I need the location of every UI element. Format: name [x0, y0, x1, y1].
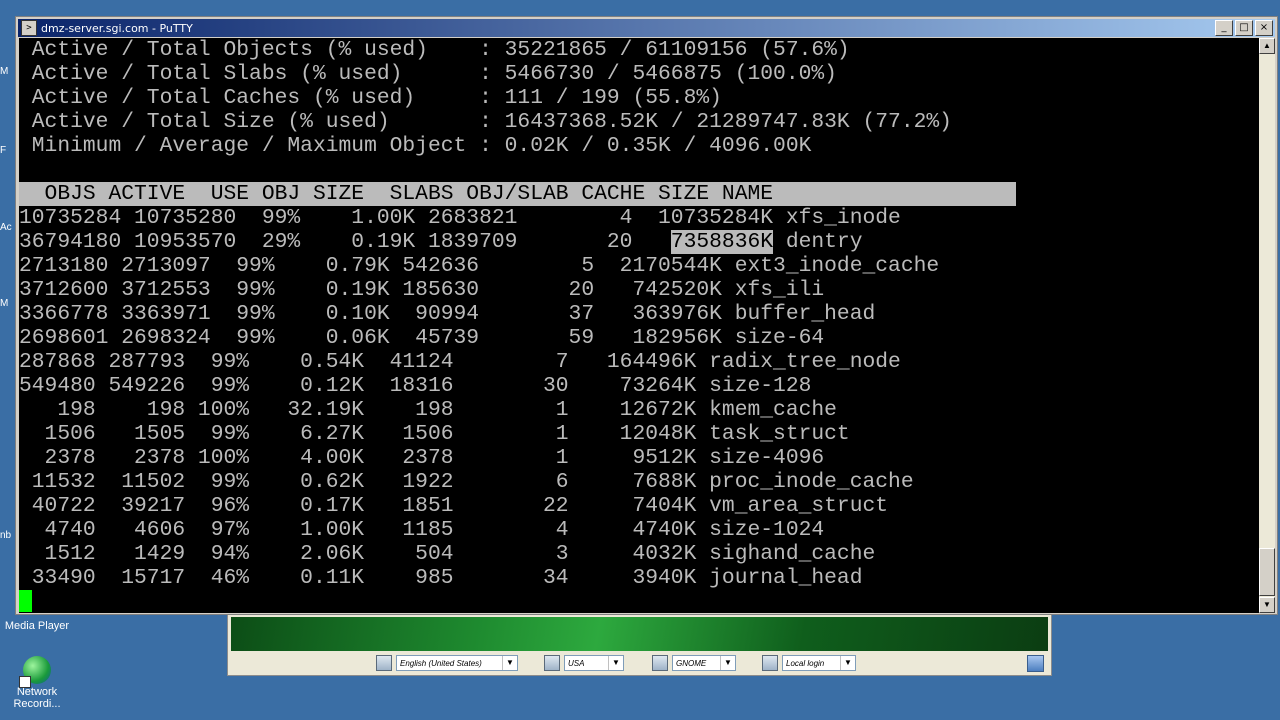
selected-text[interactable]: 7358836K	[670, 230, 774, 254]
table-row: 2378 2378 100% 4.00K 2378 1 9512K size-4…	[19, 446, 825, 470]
login-type-value: Local login	[786, 658, 825, 668]
session-selector[interactable]: GNOME ▼	[652, 654, 736, 672]
table-row: 198 198 100% 32.19K 198 1 12672K kmem_ca…	[19, 398, 837, 422]
table-row: 33490 15717 46% 0.11K 985 34 3940K journ…	[19, 566, 863, 590]
login-type-select[interactable]: Local login ▼	[782, 655, 856, 671]
table-row: 2713180 2713097 99% 0.79K 542636 5 21705…	[19, 254, 940, 278]
summary-line: Minimum / Average / Maximum Object : 0.0…	[19, 134, 812, 158]
window-controls: _ □ ×	[1215, 20, 1273, 36]
table-row: 287868 287793 99% 0.54K 41124 7 164496K …	[19, 350, 901, 374]
putty-icon[interactable]: >	[21, 20, 37, 36]
table-row: 10735284 10735280 99% 1.00K 2683821 4 10…	[19, 206, 901, 230]
keyboard-icon	[544, 655, 560, 671]
summary-line: Active / Total Slabs (% used) : 5466730 …	[19, 62, 837, 86]
scroll-up-icon[interactable]: ▲	[1259, 38, 1275, 54]
language-selector[interactable]: English (United States) ▼	[376, 654, 518, 672]
header-text: OBJS ACTIVE USE OBJ SIZE SLABS OBJ/SLAB …	[19, 182, 774, 206]
window-title: dmz-server.sgi.com - PuTTY	[41, 21, 193, 35]
terminal-cursor	[19, 590, 32, 612]
network-label-line2: Recordi...	[13, 698, 61, 710]
minimize-button[interactable]: _	[1215, 20, 1233, 36]
language-value: English (United States)	[400, 658, 482, 668]
login-type-selector[interactable]: Local login ▼	[762, 654, 856, 672]
summary-line: Active / Total Size (% used) : 16437368.…	[19, 110, 952, 134]
network-label-line1: Network	[16, 686, 58, 698]
keyboard-selector[interactable]: USA ▼	[544, 654, 624, 672]
desktop-icon-network-recorder[interactable]: Network Recordi...	[2, 656, 72, 710]
close-button[interactable]: ×	[1255, 20, 1273, 36]
putty-window: > dmz-server.sgi.com - PuTTY _ □ × Activ…	[15, 16, 1278, 615]
chevron-down-icon[interactable]: ▼	[720, 656, 735, 670]
table-row: 36794180 10953570 29% 0.19K 1839709 20 7…	[19, 230, 863, 254]
desktop-edge-text: F	[0, 145, 7, 156]
language-icon	[376, 655, 392, 671]
vertical-scrollbar[interactable]: ▲ ▼	[1259, 38, 1275, 613]
slab-table-header: OBJS ACTIVE USE OBJ SIZE SLABS OBJ/SLAB …	[19, 182, 1016, 206]
language-select[interactable]: English (United States) ▼	[396, 655, 518, 671]
table-row: 11532 11502 99% 0.62K 1922 6 7688K proc_…	[19, 470, 914, 494]
chevron-down-icon[interactable]: ▼	[840, 656, 855, 670]
table-row: 1506 1505 99% 6.27K 1506 1 12048K task_s…	[19, 422, 850, 446]
scroll-thumb[interactable]	[1259, 548, 1275, 596]
login-options-bar: English (United States) ▼ USA ▼ GNOME ▼ …	[228, 652, 1051, 674]
table-row: 3712600 3712553 99% 0.19K 185630 20 7425…	[19, 278, 825, 302]
keyboard-value: USA	[568, 658, 585, 668]
desktop-edge-text: M	[0, 298, 9, 309]
desktop-edge-text: nb	[0, 530, 12, 541]
chevron-down-icon[interactable]: ▼	[502, 656, 517, 670]
login-window: English (United States) ▼ USA ▼ GNOME ▼ …	[227, 614, 1052, 676]
desktop-edge-text: M	[0, 66, 9, 77]
title-bar[interactable]: > dmz-server.sgi.com - PuTTY _ □ ×	[18, 19, 1275, 37]
session-value: GNOME	[676, 658, 707, 668]
help-icon[interactable]	[1027, 655, 1044, 672]
table-row: 549480 549226 99% 0.12K 18316 30 73264K …	[19, 374, 812, 398]
row-text: 36794180 10953570 29% 0.19K 1839709 20	[19, 230, 671, 254]
table-row: 40722 39217 96% 0.17K 1851 22 7404K vm_a…	[19, 494, 889, 518]
summary-line: Active / Total Objects (% used) : 352218…	[19, 38, 850, 62]
desktop-edge-text: Ac	[0, 222, 12, 233]
login-banner	[231, 617, 1048, 651]
desktop-icon-media-player[interactable]: Media Player	[2, 620, 72, 632]
table-row: 3366778 3363971 99% 0.10K 90994 37 36397…	[19, 302, 876, 326]
login-type-icon	[762, 655, 778, 671]
maximize-button[interactable]: □	[1235, 20, 1253, 36]
network-recorder-icon	[19, 656, 51, 688]
chevron-down-icon[interactable]: ▼	[608, 656, 623, 670]
table-row: 1512 1429 94% 2.06K 504 3 4032K sighand_…	[19, 542, 876, 566]
terminal[interactable]: Active / Total Objects (% used) : 352218…	[19, 38, 1259, 613]
media-player-label: Media Player	[4, 620, 70, 632]
session-icon	[652, 655, 668, 671]
table-row: 4740 4606 97% 1.00K 1185 4 4740K size-10…	[19, 518, 825, 542]
scroll-down-icon[interactable]: ▼	[1259, 597, 1275, 613]
table-row: 2698601 2698324 99% 0.06K 45739 59 18295…	[19, 326, 825, 350]
summary-line: Active / Total Caches (% used) : 111 / 1…	[19, 86, 722, 110]
keyboard-select[interactable]: USA ▼	[564, 655, 624, 671]
session-select[interactable]: GNOME ▼	[672, 655, 736, 671]
row-text: dentry	[773, 230, 863, 254]
